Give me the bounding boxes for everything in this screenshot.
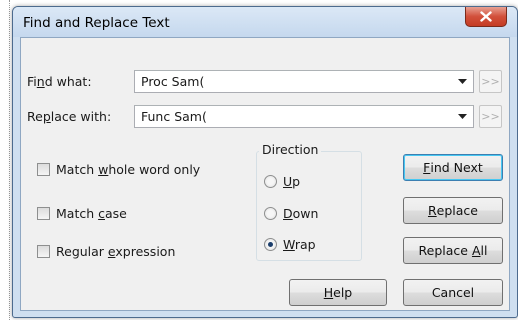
find-next-button[interactable]: Find Next [403,154,503,181]
find-replace-dialog: Find and Replace Text Find what: Proc Sa… [12,6,518,318]
dialog-body: Find what: Proc Sam( >> Replace with: Fu… [20,37,510,311]
checkbox-box[interactable] [37,244,50,258]
direction-down-label: Down [283,205,319,221]
chevron-down-icon[interactable] [454,108,471,125]
find-what-value: Proc Sam( [141,74,205,89]
replace-with-combobox[interactable]: Func Sam( [134,105,474,128]
radio-button[interactable] [264,206,277,220]
direction-wrap-label: Wrap [283,236,316,252]
match-case-label: Match case [56,205,127,221]
replace-all-button[interactable]: Replace All [403,237,503,264]
chevron-down-icon[interactable] [454,73,471,90]
find-what-label: Find what: [27,74,92,89]
close-icon [480,11,492,22]
direction-up-radio[interactable]: Up [264,172,300,190]
direction-group-title: Direction [259,142,322,157]
replace-button[interactable]: Replace [403,197,503,224]
replace-with-value: Func Sam( [141,109,207,124]
regular-expression-label: Regular expression [56,243,176,259]
match-whole-word-checkbox[interactable]: Match whole word only [37,160,200,178]
background-page-edge [0,0,10,320]
replace-with-expand-button[interactable]: >> [479,105,502,128]
direction-wrap-radio[interactable]: Wrap [264,235,316,253]
direction-down-radio[interactable]: Down [264,204,318,222]
radio-button-selected[interactable] [264,237,277,251]
cancel-button[interactable]: Cancel [403,279,503,306]
dialog-title: Find and Replace Text [23,15,170,31]
close-button[interactable] [465,7,507,27]
match-case-checkbox[interactable]: Match case [37,204,127,222]
find-what-combobox[interactable]: Proc Sam( [134,70,474,93]
title-bar[interactable]: Find and Replace Text [13,7,517,37]
match-whole-word-label: Match whole word only [56,161,201,177]
checkbox-box[interactable] [37,162,50,176]
radio-button[interactable] [264,174,277,188]
help-button[interactable]: Help [289,279,387,306]
find-what-expand-button[interactable]: >> [479,70,502,93]
checkbox-box[interactable] [37,206,50,220]
replace-with-label: Replace with: [27,109,112,124]
direction-up-label: Up [283,173,301,189]
regular-expression-checkbox[interactable]: Regular expression [37,242,175,260]
